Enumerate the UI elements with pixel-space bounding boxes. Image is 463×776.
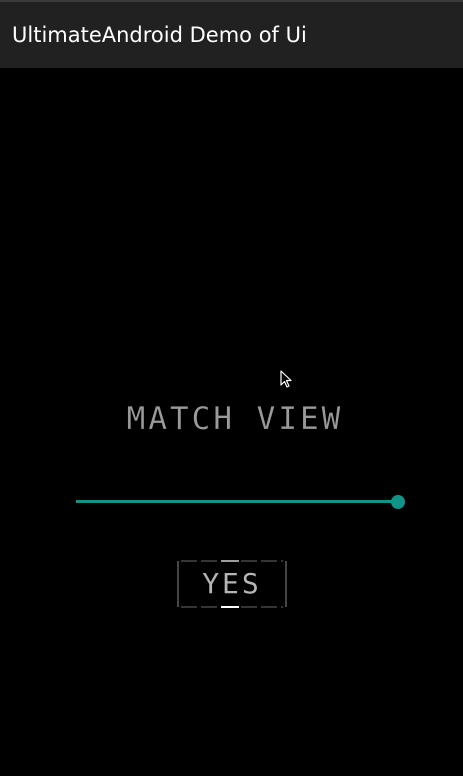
yes-button[interactable]: YES — [176, 559, 288, 609]
app-bar: UltimateAndroid Demo of Ui — [0, 0, 463, 68]
slider-thumb[interactable] — [391, 495, 405, 509]
mouse-pointer-icon — [280, 370, 292, 388]
main-content: MATCH VIEW YES — [0, 68, 463, 776]
match-view-text: MATCH VIEW — [126, 401, 344, 437]
app-screen: UltimateAndroid Demo of Ui MATCH VIEW YE… — [0, 0, 463, 776]
slider-fill — [76, 500, 398, 503]
yes-button-label: YES — [202, 567, 262, 600]
progress-slider[interactable] — [76, 492, 405, 512]
app-bar-title: UltimateAndroid Demo of Ui — [12, 23, 307, 47]
